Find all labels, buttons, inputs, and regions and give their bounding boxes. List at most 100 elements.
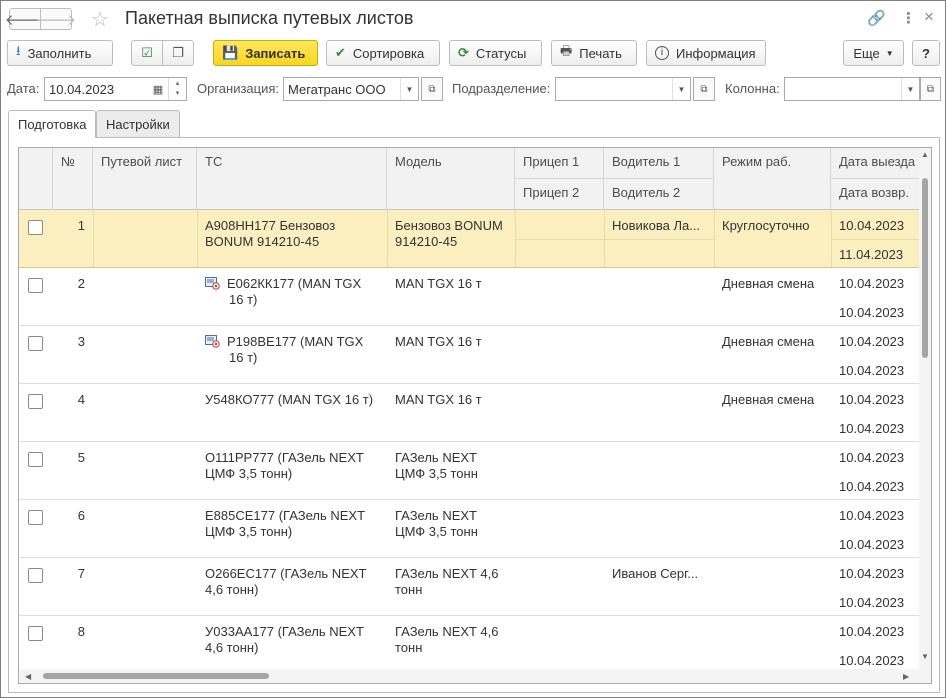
header-driver2[interactable]: Водитель 2 [604,179,714,210]
header-num[interactable]: № [53,148,93,210]
row-date-back: 10.04.2023 [839,421,905,436]
chevron-down-icon[interactable]: ▼ [672,78,690,100]
title-bar: 🡐 🡒 ☆ Пакетная выписка путевых листов 🔗 … [1,1,946,37]
column-field[interactable]: ▼ [784,77,920,101]
date-stepper[interactable]: ▴ ▾ [168,78,186,100]
row-model: Бензовоз BONUM 914210-45 [395,218,503,249]
table-row[interactable]: 3 Р198ВЕ177 (MAN TGX 16 т) MAN TGX 16 т Дне… [19,326,919,384]
row-vehicle-cell: У548КО777 (MAN TGX 16 т) [197,386,383,414]
open-column-button[interactable]: ⧉ [920,77,941,101]
row-date-back: 10.04.2023 [839,479,905,494]
row-mode: Круглосуточно [722,218,810,233]
table-row[interactable]: 4 У548КО777 (MAN TGX 16 т) MAN TGX 16 т Дне… [19,384,919,442]
header-date-out[interactable]: Дата выезда [831,148,919,179]
vertical-scrollbar[interactable]: ▲ ▼ [919,148,931,683]
forward-button[interactable]: 🡒 [36,8,76,30]
header-waybill[interactable]: Путевой лист [93,148,197,210]
table-row[interactable]: 5 О111РР777 (ГАЗель NEXT ЦМФ 3,5 тонн) ГАЗ… [19,442,919,500]
table-row[interactable]: 1 А908НН177 Бензовоз BONUM 914210-45 Бензо… [19,210,919,268]
row-subdivider [604,239,714,240]
header-model[interactable]: Модель [387,148,515,210]
row-col-divider [831,210,832,267]
row-num: 4 [77,392,85,407]
table-row[interactable]: 8 У033АА177 (ГАЗель NEXT 4,6 тонн) ГАЗель … [19,616,919,674]
statuses-button[interactable]: ⟳ Статусы [449,40,542,66]
favorite-star-icon[interactable]: ☆ [91,7,109,32]
horizontal-scroll-thumb[interactable] [43,673,269,679]
table-header: № Путевой лист ТС Модель Прицеп 1 Прицеп… [19,148,931,210]
row-mode: Дневная смена [722,392,815,407]
more-actions-icon[interactable]: ⋮ [901,9,916,27]
calendar-icon[interactable]: ▦ [148,83,168,96]
printer-icon: 🖶 [560,43,573,58]
row-model: ГАЗель NEXT 4,6 тонн [395,624,499,655]
info-button[interactable]: i Информация [646,40,766,66]
header-mode[interactable]: Режим раб. [714,148,831,210]
row-col-divider [93,210,94,267]
scroll-up-icon[interactable]: ▲ [921,150,929,159]
waybills-table[interactable]: № Путевой лист ТС Модель Прицеп 1 Прицеп… [18,147,932,684]
window-frame: 🡐 🡒 ☆ Пакетная выписка путевых листов 🔗 … [0,0,946,698]
row-vehicle: Е062КК177 (MAN TGX 16 т) [227,276,362,307]
vertical-scroll-thumb[interactable] [922,178,928,358]
row-col-divider [714,210,715,267]
row-date-out: 10.04.2023 [839,334,905,349]
row-vehicle-cell: А908НН177 Бензовоз BONUM 914210-45 [197,212,383,256]
row-checkbox[interactable] [28,626,43,641]
table-row[interactable]: 6 Е885СЕ177 (ГАЗель NEXT ЦМФ 3,5 тонн) ГАЗ… [19,500,919,558]
table-row[interactable]: 7 О266ЕС177 (ГАЗель NEXT 4,6 тонн) ГАЗель … [19,558,919,616]
row-checkbox[interactable] [28,278,43,293]
row-subdivider [515,239,604,240]
header-trailer2[interactable]: Прицеп 2 [515,179,604,210]
tab-preparation[interactable]: Подготовка [8,110,97,138]
save-button[interactable]: 💾 Записать [213,40,318,66]
row-driver1 [604,618,714,630]
scroll-left-icon[interactable]: ◀ [25,672,31,681]
organization-field[interactable]: Мегатранс ООО ▼ [283,77,419,101]
row-date-back: 10.04.2023 [839,305,905,320]
uncheck-all-icon: ❐ [172,45,184,60]
close-icon[interactable]: × [924,7,934,27]
row-col-divider [604,210,605,267]
scroll-right-icon[interactable]: ▶ [903,672,909,681]
row-date-back: 10.04.2023 [839,595,905,610]
chevron-down-icon[interactable]: ▼ [901,78,919,100]
row-checkbox[interactable] [28,452,43,467]
header-trailer1[interactable]: Прицеп 1 [515,148,604,179]
open-department-button[interactable]: ⧉ [693,77,715,101]
save-icon: 💾 [222,45,239,60]
header-date-back[interactable]: Дата возвр. [831,179,919,210]
chevron-down-icon[interactable]: ▼ [400,78,418,100]
page-title: Пакетная выписка путевых листов [125,8,414,28]
help-button[interactable]: ? [912,40,940,66]
header-driver1[interactable]: Водитель 1 [604,148,714,179]
table-row[interactable]: 2 Е062КК177 (MAN TGX 16 т) MAN TGX 16 т Дне… [19,268,919,326]
row-checkbox[interactable] [28,510,43,525]
check-all-button[interactable]: ☑ [131,40,163,66]
row-date-out: 10.04.2023 [839,624,905,639]
row-checkbox[interactable] [28,220,43,235]
date-label: Дата: [7,81,40,96]
row-vehicle-cell: О111РР777 (ГАЗель NEXT ЦМФ 3,5 тонн) [197,444,383,488]
department-field[interactable]: ▼ [555,77,691,101]
horizontal-scrollbar[interactable]: ◀ ▶ [19,669,919,683]
row-checkbox[interactable] [28,394,43,409]
tab-settings[interactable]: Настройки [96,110,180,137]
print-button[interactable]: 🖶 Печать [551,40,637,66]
check-all-icon: ☑ [141,45,153,60]
organization-label: Организация: [197,81,280,96]
vehicle-status-icon [205,277,220,290]
row-checkbox[interactable] [28,336,43,351]
uncheck-all-button[interactable]: ❐ [162,40,194,66]
link-icon[interactable]: 🔗 [867,9,886,27]
more-button[interactable]: Еще ▼ [843,40,904,66]
open-organization-button[interactable]: ⧉ [421,77,443,101]
row-checkbox[interactable] [28,568,43,583]
scroll-down-icon[interactable]: ▼ [921,652,929,661]
fill-button[interactable]: ⭳ Заполнить [7,40,113,66]
date-field[interactable]: 10.04.2023 ▦ ▴ ▾ [44,77,187,101]
header-vehicle[interactable]: ТС [197,148,387,210]
sort-button[interactable]: ✔ Сортировка [326,40,440,66]
row-mode [714,618,831,630]
row-vehicle-cell: Е885СЕ177 (ГАЗель NEXT ЦМФ 3,5 тонн) [197,502,383,546]
